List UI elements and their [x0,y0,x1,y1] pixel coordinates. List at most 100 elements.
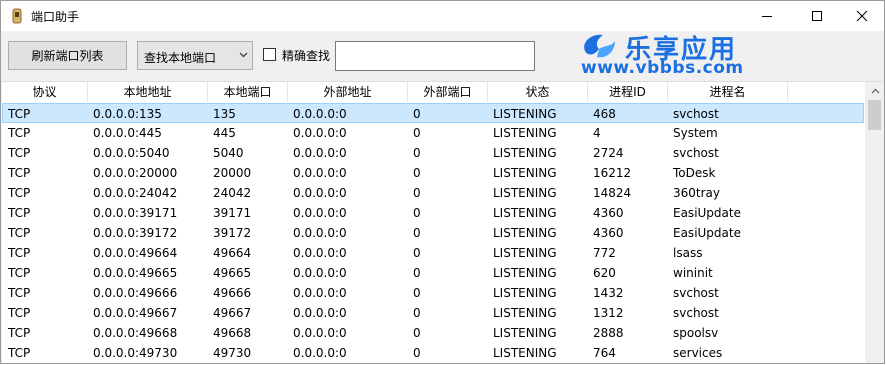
column-header-remote-address[interactable]: 外部地址 [288,82,408,102]
exact-search-label: 精确查找 [282,49,331,63]
table-cell: 135 [213,107,236,121]
app-icon [12,8,22,24]
table-cell: TCP [8,246,31,260]
table-cell: 0 [413,107,421,121]
table-cell: 49730 [213,346,252,360]
table-cell: 0 [413,306,421,320]
watermark-logo: 乐享应用 www.vbbbs.com [575,31,765,78]
table-row[interactable]: TCP 0.0.0.0:135 135 0.0.0.0:0 0 LISTENING 468 s… [2,103,864,123]
table-cell: 0 [413,286,421,300]
column-header-pid[interactable]: 进程ID [588,82,668,102]
vertical-scrollbar[interactable] [865,82,884,363]
table-cell: 0.0.0.0:49668 [93,326,178,340]
app-window: 端口助手 刷新端口列表 查找本地端口 精确查找 乐享应用 www.vbbbs.c… [0,0,885,364]
table-cell: 0.0.0.0:24042 [93,186,178,200]
table-cell: svchost [673,107,719,121]
find-mode-select[interactable]: 查找本地端口 [137,41,253,70]
table-cell: 1432 [593,286,624,300]
table-cell: TCP [8,126,31,140]
exact-search-checkbox[interactable] [263,48,276,61]
table-cell: 0.0.0.0:0 [293,107,347,121]
find-mode-value: 查找本地端口 [144,51,217,65]
table-cell: 49664 [213,246,252,260]
table-cell: 0 [413,266,421,280]
chevron-up-icon [871,88,879,93]
table-row[interactable]: TCP 0.0.0.0:49665 49665 0.0.0.0:0 0 LISTENING… [2,263,864,283]
table-cell: 0.0.0.0:0 [293,146,347,160]
table-cell: 14824 [593,186,632,200]
title-bar: 端口助手 [1,1,884,31]
table-cell: 0.0.0.0:20000 [93,166,178,180]
table-cell: services [673,346,723,360]
table-cell: LISTENING [493,166,557,180]
table-cell: 4360 [593,226,624,240]
table-cell: LISTENING [493,266,557,280]
table-cell: 2724 [593,146,624,160]
minimize-button[interactable] [744,1,790,31]
table-row[interactable]: TCP 0.0.0.0:49664 49664 0.0.0.0:0 0 LISTENING… [2,243,864,263]
table-cell: 0.0.0.0:135 [93,107,162,121]
table-row[interactable]: TCP 0.0.0.0:49668 49668 0.0.0.0:0 0 LISTENING… [2,323,864,343]
table-cell: 49667 [213,306,252,320]
table-cell: TCP [8,326,31,340]
table-cell: TCP [8,266,31,280]
table-row[interactable]: TCP 0.0.0.0:20000 20000 0.0.0.0:0 0 LISTENING… [2,163,864,183]
table-cell: 0 [413,126,421,140]
toolbar: 刷新端口列表 查找本地端口 精确查找 乐享应用 www.vbbbs.com [1,31,884,78]
table-row[interactable]: TCP 0.0.0.0:5040 5040 0.0.0.0:0 0 LISTENING 27… [2,143,864,163]
table-cell: TCP [8,186,31,200]
refresh-port-list-button[interactable]: 刷新端口列表 [8,41,127,70]
table-cell: System [673,126,718,140]
table-cell: TCP [8,286,31,300]
table-cell: LISTENING [493,206,557,220]
table-cell: TCP [8,226,31,240]
table-row[interactable]: TCP 0.0.0.0:49730 49730 0.0.0.0:0 0 LISTENING… [2,343,864,363]
table-cell: LISTENING [493,286,557,300]
table-cell: LISTENING [493,126,557,140]
table-cell: 0.0.0.0:49730 [93,346,178,360]
scrollbar-thumb[interactable] [868,100,881,130]
table-cell: 0 [413,166,421,180]
table-row[interactable]: TCP 0.0.0.0:49667 49667 0.0.0.0:0 0 LISTENING… [2,303,864,323]
search-input[interactable] [335,41,535,71]
column-header-remote-port[interactable]: 外部端口 [408,82,488,102]
table-cell: 0.0.0.0:39171 [93,206,178,220]
table-cell: 0.0.0.0:5040 [93,146,170,160]
column-header-process-name[interactable]: 进程名 [668,82,788,102]
table-row[interactable]: TCP 0.0.0.0:445 445 0.0.0.0:0 0 LISTENING 4 Sys… [2,123,864,143]
table-row[interactable]: TCP 0.0.0.0:49666 49666 0.0.0.0:0 0 LISTENING… [2,283,864,303]
table-cell: 468 [593,107,616,121]
table-cell: 445 [213,126,236,140]
table-cell: 0.0.0.0:39172 [93,226,178,240]
table-cell: TCP [8,306,31,320]
table-cell: 39172 [213,226,252,240]
table-cell: 772 [593,246,616,260]
table-row[interactable]: TCP 0.0.0.0:39172 39172 0.0.0.0:0 0 LISTENING… [2,223,864,243]
table-cell: 0.0.0.0:0 [293,166,347,180]
table-cell: 20000 [213,166,252,180]
close-icon [856,10,868,22]
table-cell: 39171 [213,206,252,220]
table-cell: TCP [8,146,31,160]
maximize-button[interactable] [794,1,840,31]
scroll-up-button[interactable] [865,82,884,99]
table-cell: TCP [8,206,31,220]
table-cell: 0.0.0.0:0 [293,206,347,220]
table-cell: LISTENING [493,306,557,320]
table-cell: 0 [413,186,421,200]
table-cell: 0 [413,146,421,160]
table-cell: 24042 [213,186,252,200]
table-cell: 0 [413,226,421,240]
table-row[interactable]: TCP 0.0.0.0:24042 24042 0.0.0.0:0 0 LISTENING… [2,183,864,203]
table-cell: 0.0.0.0:49666 [93,286,178,300]
port-list[interactable]: 协议 本地地址 本地端口 外部地址 外部端口 状态 进程ID 进程名 TCP 0.… [2,81,884,363]
column-header-state[interactable]: 状态 [488,82,588,102]
table-cell: 4360 [593,206,624,220]
table-cell: LISTENING [493,146,557,160]
table-row[interactable]: TCP 0.0.0.0:39171 39171 0.0.0.0:0 0 LISTENING… [2,203,864,223]
column-header-local-address[interactable]: 本地地址 [88,82,208,102]
column-header-local-port[interactable]: 本地端口 [208,82,288,102]
close-button[interactable] [839,1,884,31]
table-cell: LISTENING [493,246,557,260]
column-header-protocol[interactable]: 协议 [2,82,88,102]
